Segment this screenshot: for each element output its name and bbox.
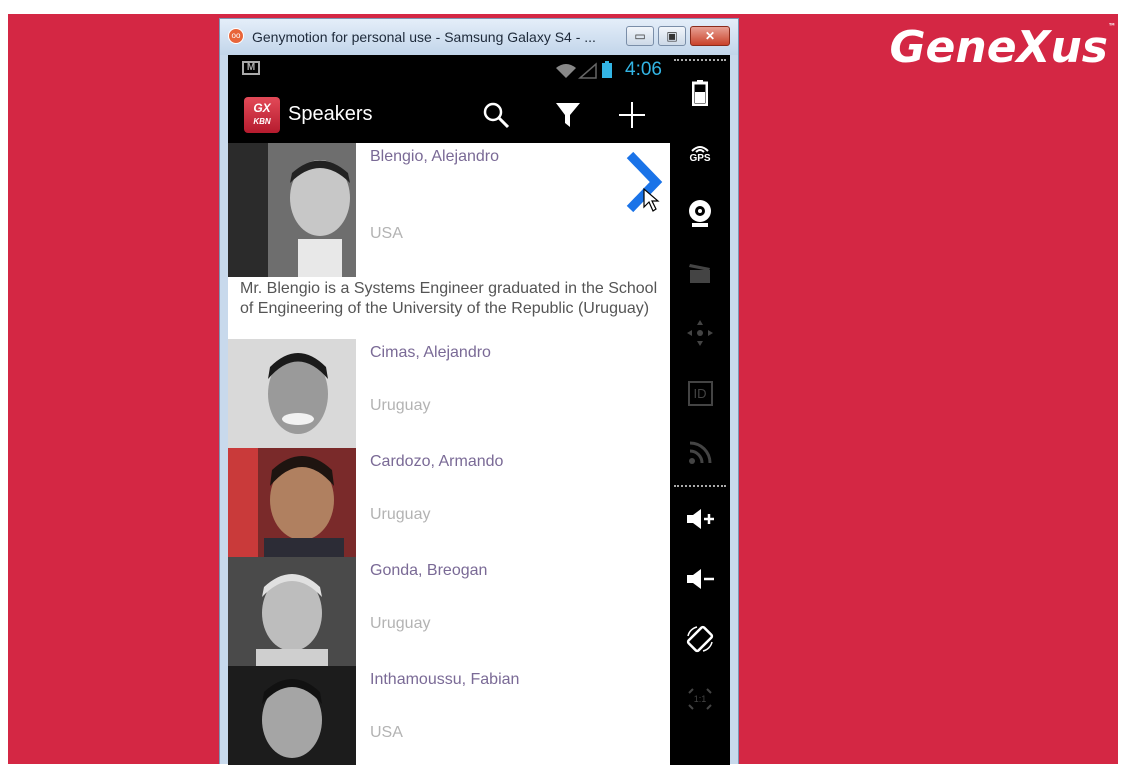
filter-button[interactable] [548, 95, 588, 135]
list-item[interactable]: Cimas, Alejandro Uruguay [228, 339, 668, 449]
status-bar: M 4:06 [228, 55, 670, 83]
speaker-bio: Mr. Blengio is a Systems Engineer gradua… [240, 280, 658, 317]
list-item[interactable]: Inthamoussu, Fabian USA [228, 666, 668, 765]
speaker-country: Uruguay [370, 397, 431, 414]
list-item[interactable]: Cardozo, Armando Uruguay [228, 448, 668, 558]
search-button[interactable] [476, 95, 516, 135]
logo-text-bottom: KBN [253, 117, 271, 126]
app-logo[interactable]: GX KBN [244, 97, 280, 133]
list-item[interactable]: Gonda, Breogan Uruguay [228, 557, 668, 667]
remote-control-button[interactable] [670, 311, 730, 355]
speakers-list[interactable]: Blengio, Alejandro USA Mr. Blengio is a … [228, 143, 670, 765]
webcam-icon [689, 200, 711, 227]
device-id-button[interactable]: ID [670, 371, 730, 415]
speaker-photo [228, 557, 356, 666]
battery-icon [692, 80, 708, 106]
genymotion-sidebar: GPS ID 1:1 [670, 55, 730, 765]
close-button[interactable]: ✕ [690, 26, 730, 46]
gps-button[interactable]: GPS [670, 131, 730, 175]
volume-down-button[interactable] [670, 557, 730, 601]
id-icon: ID [687, 380, 713, 406]
add-icon [619, 102, 645, 128]
speaker-photo [228, 339, 356, 448]
rotate-button[interactable] [670, 617, 730, 661]
brand-name: GeneXus [889, 22, 1108, 73]
volume-up-icon [687, 509, 714, 529]
rotate-icon [686, 625, 714, 653]
wifi-signal-battery-icon [556, 61, 612, 79]
window-title: Genymotion for personal use - Samsung Ga… [252, 29, 596, 45]
gmail-icon: M [242, 61, 260, 75]
genexus-logo: GeneXus™ [889, 22, 1116, 73]
rss-icon [689, 441, 712, 464]
pixel-perfect-button[interactable]: 1:1 [670, 677, 730, 721]
speaker-photo [228, 143, 356, 277]
battery-button[interactable] [670, 71, 730, 115]
speaker-name: Inthamoussu, Fabian [370, 671, 520, 688]
ratio-label: 1:1 [693, 694, 707, 704]
top-strip [0, 0, 1126, 14]
gps-icon [691, 145, 709, 153]
speaker-country: Uruguay [370, 615, 431, 632]
webcam-button[interactable] [670, 191, 730, 235]
logo-text-top: GX [253, 101, 271, 115]
speaker-photo [228, 666, 356, 765]
speaker-name: Cimas, Alejandro [370, 344, 491, 361]
mouse-cursor-icon [643, 187, 660, 212]
brand-tm: ™ [1108, 22, 1116, 31]
genymotion-icon: oo [228, 28, 244, 44]
volume-down-icon [687, 569, 714, 589]
window-titlebar[interactable]: oo Genymotion for personal use - Samsung… [220, 19, 738, 55]
android-screen[interactable]: M 4:06 GX KBN Speakers Blengio, Alejandr… [228, 55, 670, 765]
speaker-photo [228, 448, 356, 557]
rss-button[interactable] [670, 431, 730, 475]
add-button[interactable] [612, 95, 652, 135]
dpad-icon [687, 320, 713, 346]
window-controls: ▭ ▣ ✕ [626, 26, 730, 46]
search-icon [483, 102, 510, 129]
divider [674, 485, 726, 487]
clock: 4:06 [625, 59, 662, 80]
speaker-country: USA [370, 225, 403, 242]
speaker-name: Cardozo, Armando [370, 453, 504, 470]
speaker-name: Gonda, Breogan [370, 562, 488, 579]
speaker-name: Blengio, Alejandro [370, 148, 499, 165]
speaker-country: Uruguay [370, 506, 431, 523]
filter-icon [556, 103, 580, 127]
divider [674, 59, 726, 61]
list-item[interactable]: Blengio, Alejandro USA Mr. Blengio is a … [228, 143, 668, 340]
signal-icons [554, 60, 624, 85]
clapper-icon [689, 264, 710, 283]
screencast-button[interactable] [670, 251, 730, 295]
screen-title: Speakers [288, 103, 373, 125]
gps-label: GPS [689, 152, 711, 164]
minimize-button[interactable]: ▭ [626, 26, 654, 46]
maximize-button[interactable]: ▣ [658, 26, 686, 46]
genymotion-window[interactable]: oo Genymotion for personal use - Samsung… [219, 18, 739, 765]
volume-up-button[interactable] [670, 497, 730, 541]
desktop: GeneXus™ oo Genymotion for personal use … [0, 0, 1126, 765]
speaker-country: USA [370, 724, 403, 741]
action-bar: GX KBN Speakers [228, 83, 670, 143]
